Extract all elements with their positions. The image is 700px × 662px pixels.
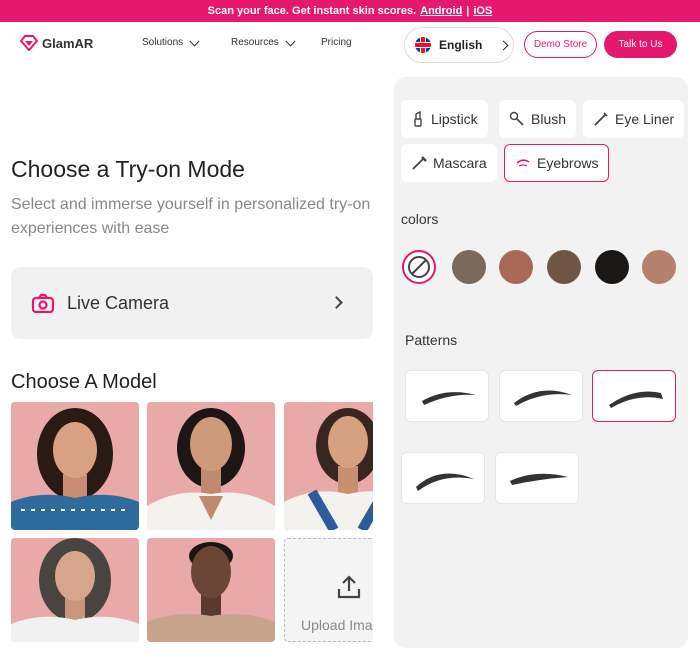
- eyebrow-pattern[interactable]: [405, 370, 489, 422]
- upload-icon: [337, 575, 361, 599]
- lipstick-icon: [414, 111, 422, 127]
- brand-logo[interactable]: GlamAR: [20, 35, 93, 51]
- model-grid: Upload Image: [11, 402, 373, 642]
- upload-image-label: Upload Image: [301, 617, 373, 633]
- color-swatch[interactable]: [499, 250, 533, 284]
- try-on-mode-panel: Choose a Try-on Mode Select and immerse …: [0, 68, 384, 662]
- eyebrow-pattern-selected[interactable]: [592, 370, 676, 422]
- ios-link[interactable]: iOS: [473, 5, 492, 17]
- live-camera-label: Live Camera: [67, 292, 170, 313]
- color-swatch[interactable]: [595, 250, 629, 284]
- model-thumbnail[interactable]: [11, 538, 139, 642]
- android-link[interactable]: Android: [420, 5, 462, 17]
- chevron-down-icon: [189, 36, 200, 46]
- patterns-label: Patterns: [405, 332, 458, 348]
- category-label: Eye Liner: [615, 111, 675, 127]
- nav-pricing-label: Pricing: [321, 37, 352, 48]
- color-swatch[interactable]: [642, 250, 676, 284]
- category-eye-liner[interactable]: Eye Liner: [583, 100, 685, 138]
- nav-solutions-label: Solutions: [142, 37, 184, 48]
- brand-name: GlamAR: [42, 35, 94, 51]
- no-color-icon: [408, 256, 430, 278]
- page-subtitle: Select and immerse yourself in personali…: [11, 196, 371, 237]
- model-thumbnail[interactable]: [147, 402, 275, 530]
- model-thumbnail[interactable]: [11, 402, 139, 530]
- chevron-right-icon: [498, 40, 509, 50]
- live-camera-button[interactable]: Live Camera: [11, 267, 373, 339]
- color-swatch[interactable]: [452, 250, 486, 284]
- eyebrow-pattern-icon: [514, 390, 572, 406]
- top-nav: GlamAR Solutions Resources Pricing Engli…: [0, 22, 700, 68]
- makeup-options-panel: Lipstick Blush Eye Liner Mascara Eyebrow…: [394, 77, 688, 648]
- model-photo: [147, 402, 275, 530]
- nav-resources-label: Resources: [231, 37, 279, 48]
- model-photo: [11, 402, 139, 530]
- eyebrow-icon: [516, 159, 530, 167]
- eyeliner-icon: [594, 112, 608, 126]
- glamar-logo-icon: [20, 35, 38, 51]
- eyebrow-pattern[interactable]: [495, 452, 579, 504]
- model-photo: [147, 538, 275, 642]
- eyebrow-pattern-icon: [422, 392, 476, 405]
- blush-brush-icon: [509, 111, 524, 126]
- eyebrow-pattern[interactable]: [401, 452, 485, 504]
- talk-to-us-button[interactable]: Talk to Us: [604, 31, 677, 58]
- eyebrow-pattern-icon: [510, 473, 568, 485]
- category-mascara[interactable]: Mascara: [401, 144, 497, 182]
- model-section-title: Choose A Model: [11, 371, 157, 393]
- nav-solutions[interactable]: Solutions: [142, 36, 200, 48]
- demo-store-button[interactable]: Demo Store: [524, 31, 597, 58]
- nav-pricing[interactable]: Pricing: [321, 37, 352, 48]
- mascara-icon: [412, 156, 427, 170]
- model-thumbnail[interactable]: [284, 402, 373, 530]
- camera-icon: [31, 293, 55, 313]
- no-color-swatch[interactable]: [402, 250, 436, 284]
- banner-separator: |: [466, 5, 470, 17]
- model-photo: [284, 402, 373, 530]
- language-selector[interactable]: English: [404, 27, 514, 63]
- category-label: Eyebrows: [537, 155, 599, 171]
- uk-flag-icon: [415, 37, 431, 53]
- category-lipstick[interactable]: Lipstick: [401, 100, 488, 138]
- page-title: Choose a Try-on Mode: [11, 156, 245, 182]
- upload-image-tile[interactable]: Upload Image: [284, 538, 373, 642]
- nav-resources[interactable]: Resources: [231, 36, 296, 48]
- eyebrow-pattern[interactable]: [499, 370, 583, 422]
- chevron-right-icon: [330, 296, 343, 309]
- colors-label: colors: [401, 211, 439, 227]
- category-label: Lipstick: [431, 111, 478, 127]
- model-photo: [11, 538, 139, 642]
- chevron-down-icon: [285, 36, 296, 46]
- category-label: Blush: [531, 111, 567, 127]
- model-thumbnail[interactable]: [147, 538, 275, 642]
- banner-text: Scan your face. Get instant skin scores.: [207, 5, 417, 17]
- promo-banner: Scan your face. Get instant skin scores.…: [0, 0, 700, 22]
- category-label: Mascara: [433, 155, 487, 171]
- category-eyebrows[interactable]: Eyebrows: [504, 144, 610, 182]
- language-label: English: [439, 38, 483, 52]
- category-blush[interactable]: Blush: [499, 100, 577, 138]
- eyebrow-pattern-icon: [416, 473, 474, 491]
- color-swatch[interactable]: [547, 250, 581, 284]
- eyebrow-pattern-icon: [609, 391, 663, 408]
